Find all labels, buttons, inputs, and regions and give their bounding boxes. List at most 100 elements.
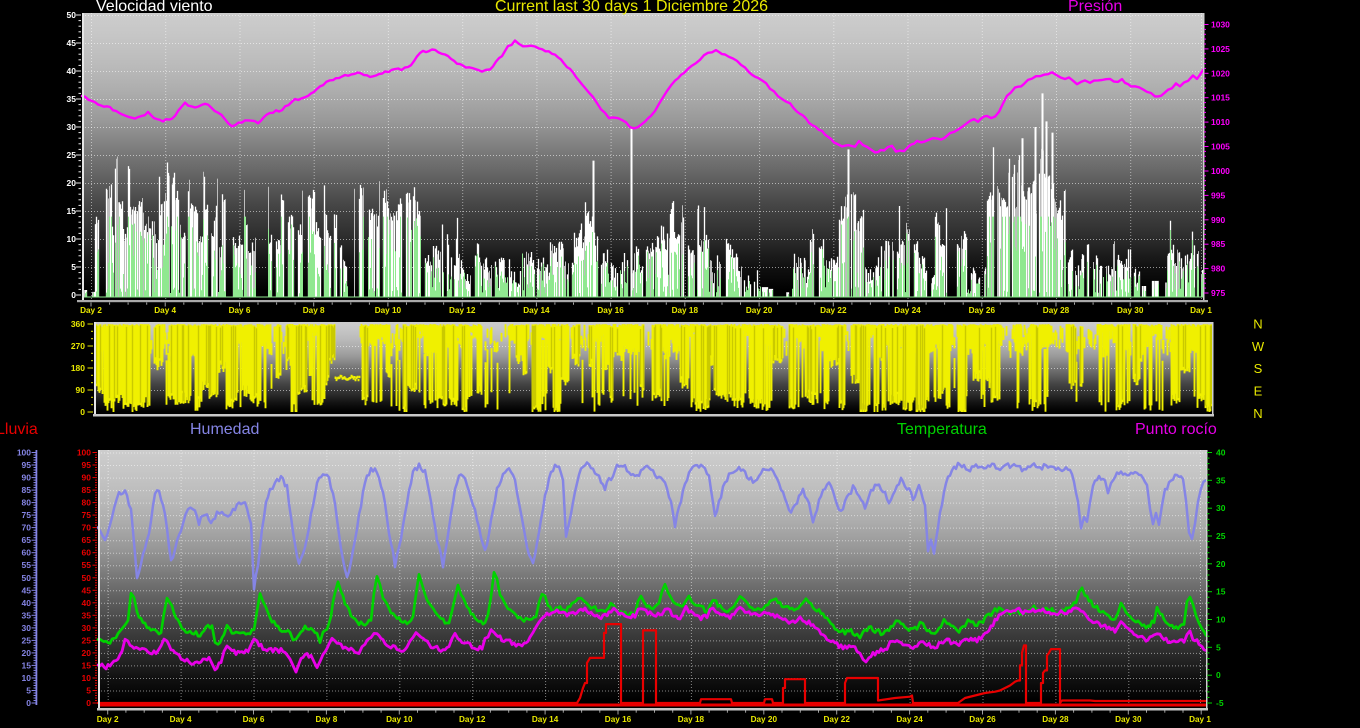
- svg-text:50: 50: [22, 573, 32, 583]
- svg-text:Day 12: Day 12: [449, 306, 476, 315]
- svg-text:Punto rocío: Punto rocío: [1135, 421, 1217, 438]
- svg-text:Day 20: Day 20: [751, 715, 778, 724]
- svg-text:15: 15: [22, 660, 32, 670]
- svg-text:Day 28: Day 28: [1042, 715, 1069, 724]
- svg-text:Day 12: Day 12: [459, 715, 486, 724]
- svg-text:Lluvia: Lluvia: [0, 421, 38, 438]
- svg-text:-5: -5: [1216, 698, 1224, 708]
- svg-text:85: 85: [82, 485, 92, 495]
- svg-text:10: 10: [82, 673, 92, 683]
- svg-text:65: 65: [22, 535, 32, 545]
- svg-text:90: 90: [76, 385, 86, 395]
- svg-text:45: 45: [67, 38, 77, 48]
- svg-text:0: 0: [71, 290, 76, 300]
- svg-text:70: 70: [82, 523, 92, 533]
- svg-text:Day 16: Day 16: [597, 306, 624, 315]
- svg-text:Velocidad viento: Velocidad viento: [96, 0, 213, 15]
- svg-text:10: 10: [67, 234, 77, 244]
- svg-text:1010: 1010: [1211, 117, 1230, 127]
- svg-text:5: 5: [26, 686, 31, 696]
- svg-text:100: 100: [77, 448, 91, 458]
- svg-text:Day 14: Day 14: [532, 715, 559, 724]
- svg-text:270: 270: [71, 341, 85, 351]
- svg-text:1025: 1025: [1211, 44, 1230, 54]
- svg-text:40: 40: [22, 598, 32, 608]
- svg-text:25: 25: [67, 150, 77, 160]
- svg-text:95: 95: [22, 460, 32, 470]
- svg-text:Day 1: Day 1: [1190, 306, 1212, 315]
- svg-text:Day 22: Day 22: [823, 715, 850, 724]
- svg-text:85: 85: [22, 485, 32, 495]
- svg-text:35: 35: [1216, 475, 1226, 485]
- svg-text:990: 990: [1211, 215, 1225, 225]
- svg-text:Day 16: Day 16: [605, 715, 632, 724]
- svg-text:75: 75: [22, 510, 32, 520]
- svg-text:25: 25: [22, 635, 32, 645]
- svg-text:5: 5: [86, 686, 91, 696]
- svg-text:Temperatura: Temperatura: [897, 421, 987, 438]
- svg-text:100: 100: [17, 448, 31, 458]
- svg-text:15: 15: [82, 660, 92, 670]
- svg-text:Day 10: Day 10: [386, 715, 413, 724]
- svg-text:75: 75: [82, 510, 92, 520]
- svg-text:5: 5: [71, 262, 76, 272]
- svg-text:Day 1: Day 1: [1189, 715, 1211, 724]
- svg-text:Day 8: Day 8: [303, 306, 325, 315]
- svg-text:975: 975: [1211, 288, 1225, 298]
- svg-text:Day 24: Day 24: [894, 306, 921, 315]
- svg-text:10: 10: [22, 673, 32, 683]
- svg-text:35: 35: [67, 94, 77, 104]
- svg-text:180: 180: [71, 363, 85, 373]
- svg-text:995: 995: [1211, 190, 1225, 200]
- svg-text:Day 24: Day 24: [896, 715, 923, 724]
- svg-text:Presión: Presión: [1068, 0, 1122, 15]
- svg-text:90: 90: [82, 473, 92, 483]
- svg-text:20: 20: [22, 648, 32, 658]
- svg-text:90: 90: [22, 473, 32, 483]
- svg-text:Day 30: Day 30: [1115, 715, 1142, 724]
- svg-text:S: S: [1254, 361, 1263, 376]
- svg-text:1020: 1020: [1211, 68, 1230, 78]
- svg-text:35: 35: [22, 610, 32, 620]
- svg-text:30: 30: [1216, 503, 1226, 513]
- svg-text:360: 360: [71, 319, 85, 329]
- svg-text:30: 30: [82, 623, 92, 633]
- svg-text:Day 22: Day 22: [820, 306, 847, 315]
- svg-text:Day 26: Day 26: [969, 306, 996, 315]
- svg-text:25: 25: [1216, 531, 1226, 541]
- svg-text:980: 980: [1211, 264, 1225, 274]
- svg-text:0: 0: [86, 698, 91, 708]
- svg-text:70: 70: [22, 523, 32, 533]
- svg-text:15: 15: [67, 206, 77, 216]
- svg-text:40: 40: [1216, 448, 1226, 458]
- svg-text:W: W: [1252, 339, 1265, 354]
- svg-text:50: 50: [67, 10, 77, 20]
- svg-text:1000: 1000: [1211, 166, 1230, 176]
- svg-text:E: E: [1254, 384, 1263, 399]
- svg-text:45: 45: [82, 585, 92, 595]
- svg-text:55: 55: [22, 560, 32, 570]
- svg-text:40: 40: [67, 66, 77, 76]
- svg-text:95: 95: [82, 460, 92, 470]
- svg-text:Day 4: Day 4: [170, 715, 192, 724]
- svg-text:985: 985: [1211, 239, 1225, 249]
- svg-text:15: 15: [1216, 587, 1226, 597]
- svg-text:Day 26: Day 26: [969, 715, 996, 724]
- svg-text:Day 28: Day 28: [1043, 306, 1070, 315]
- svg-text:Day 10: Day 10: [375, 306, 402, 315]
- svg-text:80: 80: [82, 498, 92, 508]
- svg-text:1030: 1030: [1211, 20, 1230, 30]
- svg-text:20: 20: [1216, 559, 1226, 569]
- svg-text:40: 40: [82, 598, 92, 608]
- svg-text:Day 8: Day 8: [315, 715, 337, 724]
- svg-text:Day 18: Day 18: [672, 306, 699, 315]
- svg-text:65: 65: [82, 535, 92, 545]
- svg-text:25: 25: [82, 635, 92, 645]
- svg-text:30: 30: [22, 623, 32, 633]
- svg-text:0: 0: [80, 407, 85, 417]
- svg-text:Day 6: Day 6: [243, 715, 265, 724]
- svg-text:60: 60: [82, 548, 92, 558]
- svg-text:80: 80: [22, 498, 32, 508]
- svg-text:Day 6: Day 6: [229, 306, 251, 315]
- svg-text:Day 2: Day 2: [80, 306, 102, 315]
